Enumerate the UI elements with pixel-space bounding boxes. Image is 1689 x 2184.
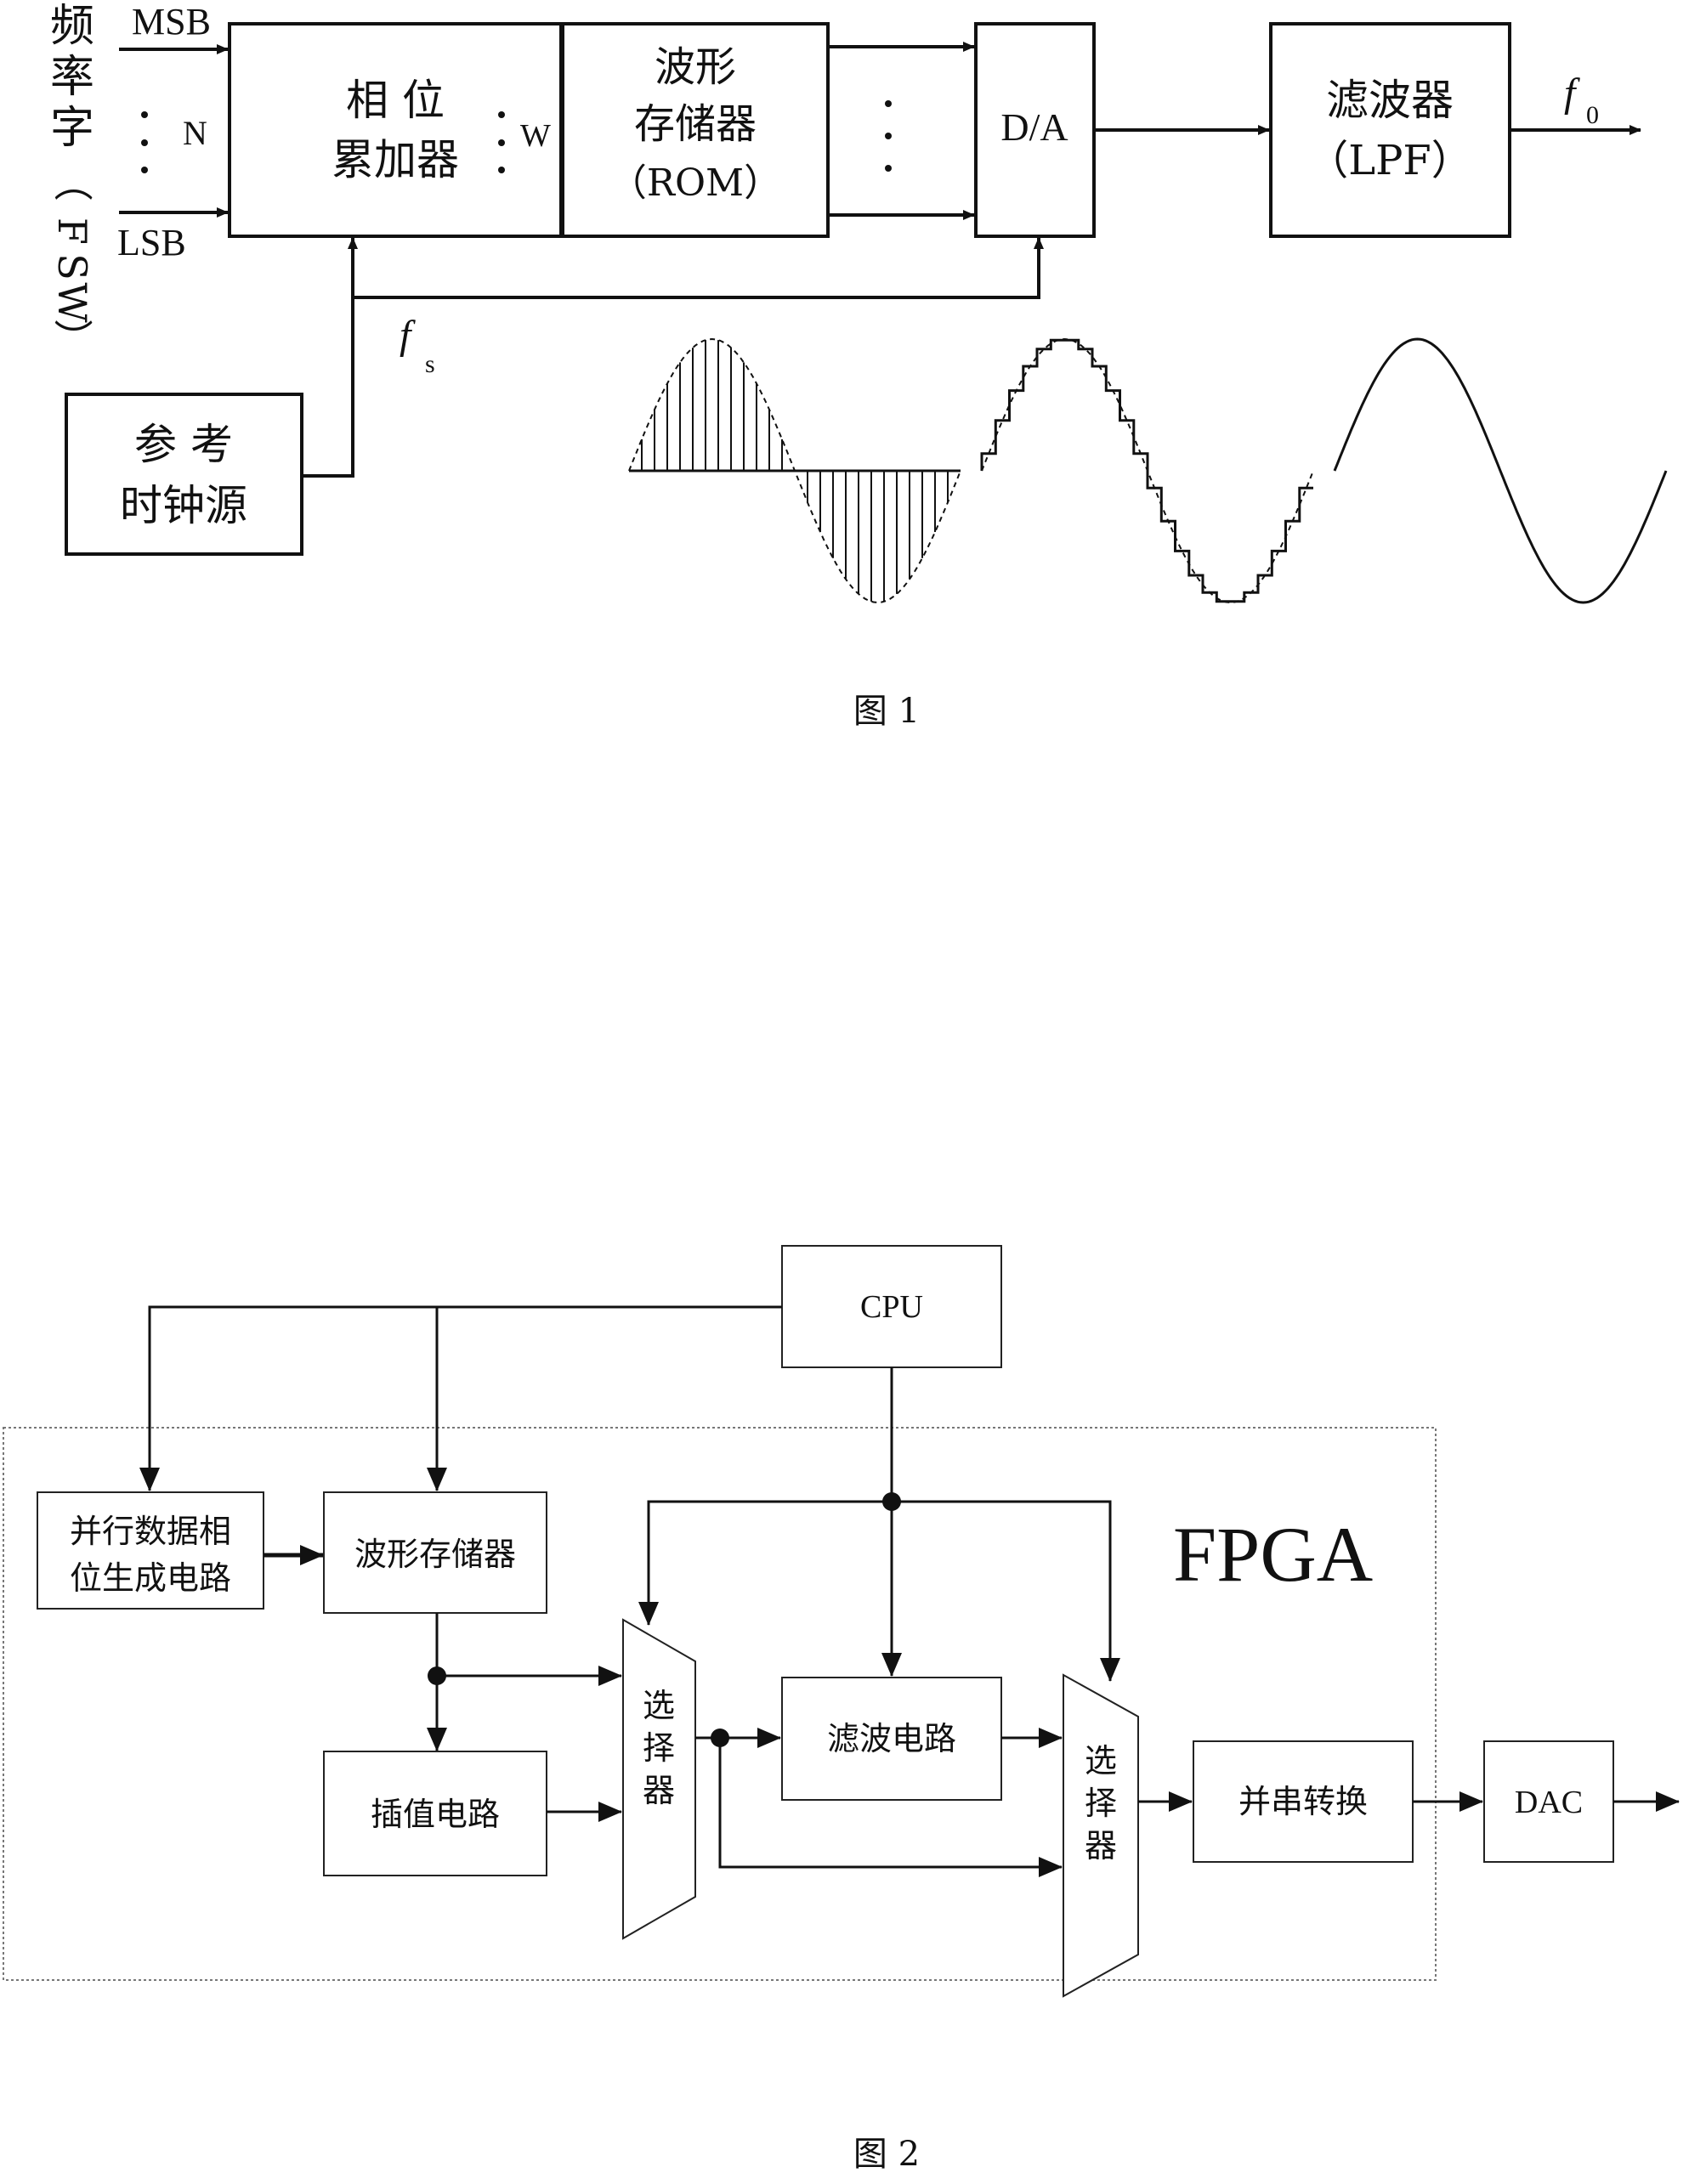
w-label: W xyxy=(520,118,551,154)
fsw-label-char: ） xyxy=(49,319,95,358)
fsw-label-char: F xyxy=(49,218,95,245)
accumulator-line2: 累加器 xyxy=(332,135,459,184)
clock-line2: 时钟源 xyxy=(120,481,247,530)
lsb-label: LSB xyxy=(117,222,186,263)
fsw-label-char: S xyxy=(49,253,95,280)
figure-2-caption: 图 2 xyxy=(853,2135,920,2174)
fs-label: f xyxy=(400,313,416,358)
ellipsis-dots-n xyxy=(141,111,148,173)
fsw-label-char: 率 xyxy=(50,52,94,103)
phase-accumulator-box xyxy=(228,22,563,238)
waveform-illustrations xyxy=(628,337,1668,604)
filtered-output-sine xyxy=(1333,337,1668,604)
waveform-memory-label: 波形存储器 xyxy=(354,1536,516,1573)
output-f-subscript: 0 xyxy=(1586,101,1599,129)
diagram-canvas: 频率字（FSW） MSB LSB N 相 位 累加器 W 波形 存储器 （ROM… xyxy=(3,1,1680,2174)
fsw-label-char: （ xyxy=(49,162,95,201)
lpf-box xyxy=(1269,22,1511,238)
fsw-label-char: 频 xyxy=(50,1,94,52)
selector1-char2: 择 xyxy=(643,1729,675,1767)
lpf-line1: 滤波器 xyxy=(1326,76,1454,125)
ellipsis-dots-rom xyxy=(885,100,892,172)
rom-line2: 存储器 xyxy=(634,100,757,148)
selector2-char2: 择 xyxy=(1085,1785,1117,1822)
fs-subscript: s xyxy=(425,350,435,378)
clock-line1: 参 考 xyxy=(134,420,233,469)
output-f-label: f xyxy=(1564,71,1580,116)
clock-to-dac-line xyxy=(353,237,1044,299)
interpolation-label: 插值电路 xyxy=(371,1796,500,1833)
phase-gen-line1: 并行数据相 xyxy=(70,1513,231,1550)
fsw-label-char: 字 xyxy=(50,103,94,154)
lpf-line2: （LPF） xyxy=(1307,137,1471,184)
figure-1: 频率字（FSW） MSB LSB N 相 位 累加器 W 波形 存储器 （ROM… xyxy=(49,1,1668,731)
selector1-char3: 器 xyxy=(643,1772,675,1809)
selector2-char1: 选 xyxy=(1085,1742,1117,1779)
figure-1-caption: 图 1 xyxy=(853,692,920,731)
rom-line3: （ROM） xyxy=(609,161,781,205)
phase-gen-line2: 位生成电路 xyxy=(70,1559,231,1597)
parallel-serial-label: 并串转换 xyxy=(1238,1783,1368,1820)
cpu-to-selector1-line xyxy=(638,1500,892,1626)
dac-label: D/A xyxy=(1000,105,1068,149)
filter-circuit-label: 滤波电路 xyxy=(827,1720,956,1757)
dac-label-2: DAC xyxy=(1515,1785,1583,1820)
fsw-label-char: W xyxy=(49,282,95,323)
selector1-char1: 选 xyxy=(643,1687,675,1724)
fsw-label: 频率字 （ FSW） xyxy=(49,1,95,358)
selector2-char3: 器 xyxy=(1085,1827,1117,1864)
rom-line1: 波形 xyxy=(655,43,736,91)
cpu-to-phase-gen-line xyxy=(139,1305,782,1491)
fpga-label: FPGA xyxy=(1173,1511,1373,1598)
n-label: N xyxy=(183,114,207,152)
cpu-to-selector2-line xyxy=(892,1500,1120,1682)
figure-2: FPGA CPU 并行数据相 位生成电路 波形存储器 插值电路 选 择 器 滤波… xyxy=(3,1245,1680,2174)
dac-staircase-wave xyxy=(980,338,1313,603)
cpu-label: CPU xyxy=(860,1289,923,1325)
clock-to-accumulator-line xyxy=(302,237,358,478)
msb-label: MSB xyxy=(132,1,211,42)
accumulator-line1: 相 位 xyxy=(346,76,445,125)
